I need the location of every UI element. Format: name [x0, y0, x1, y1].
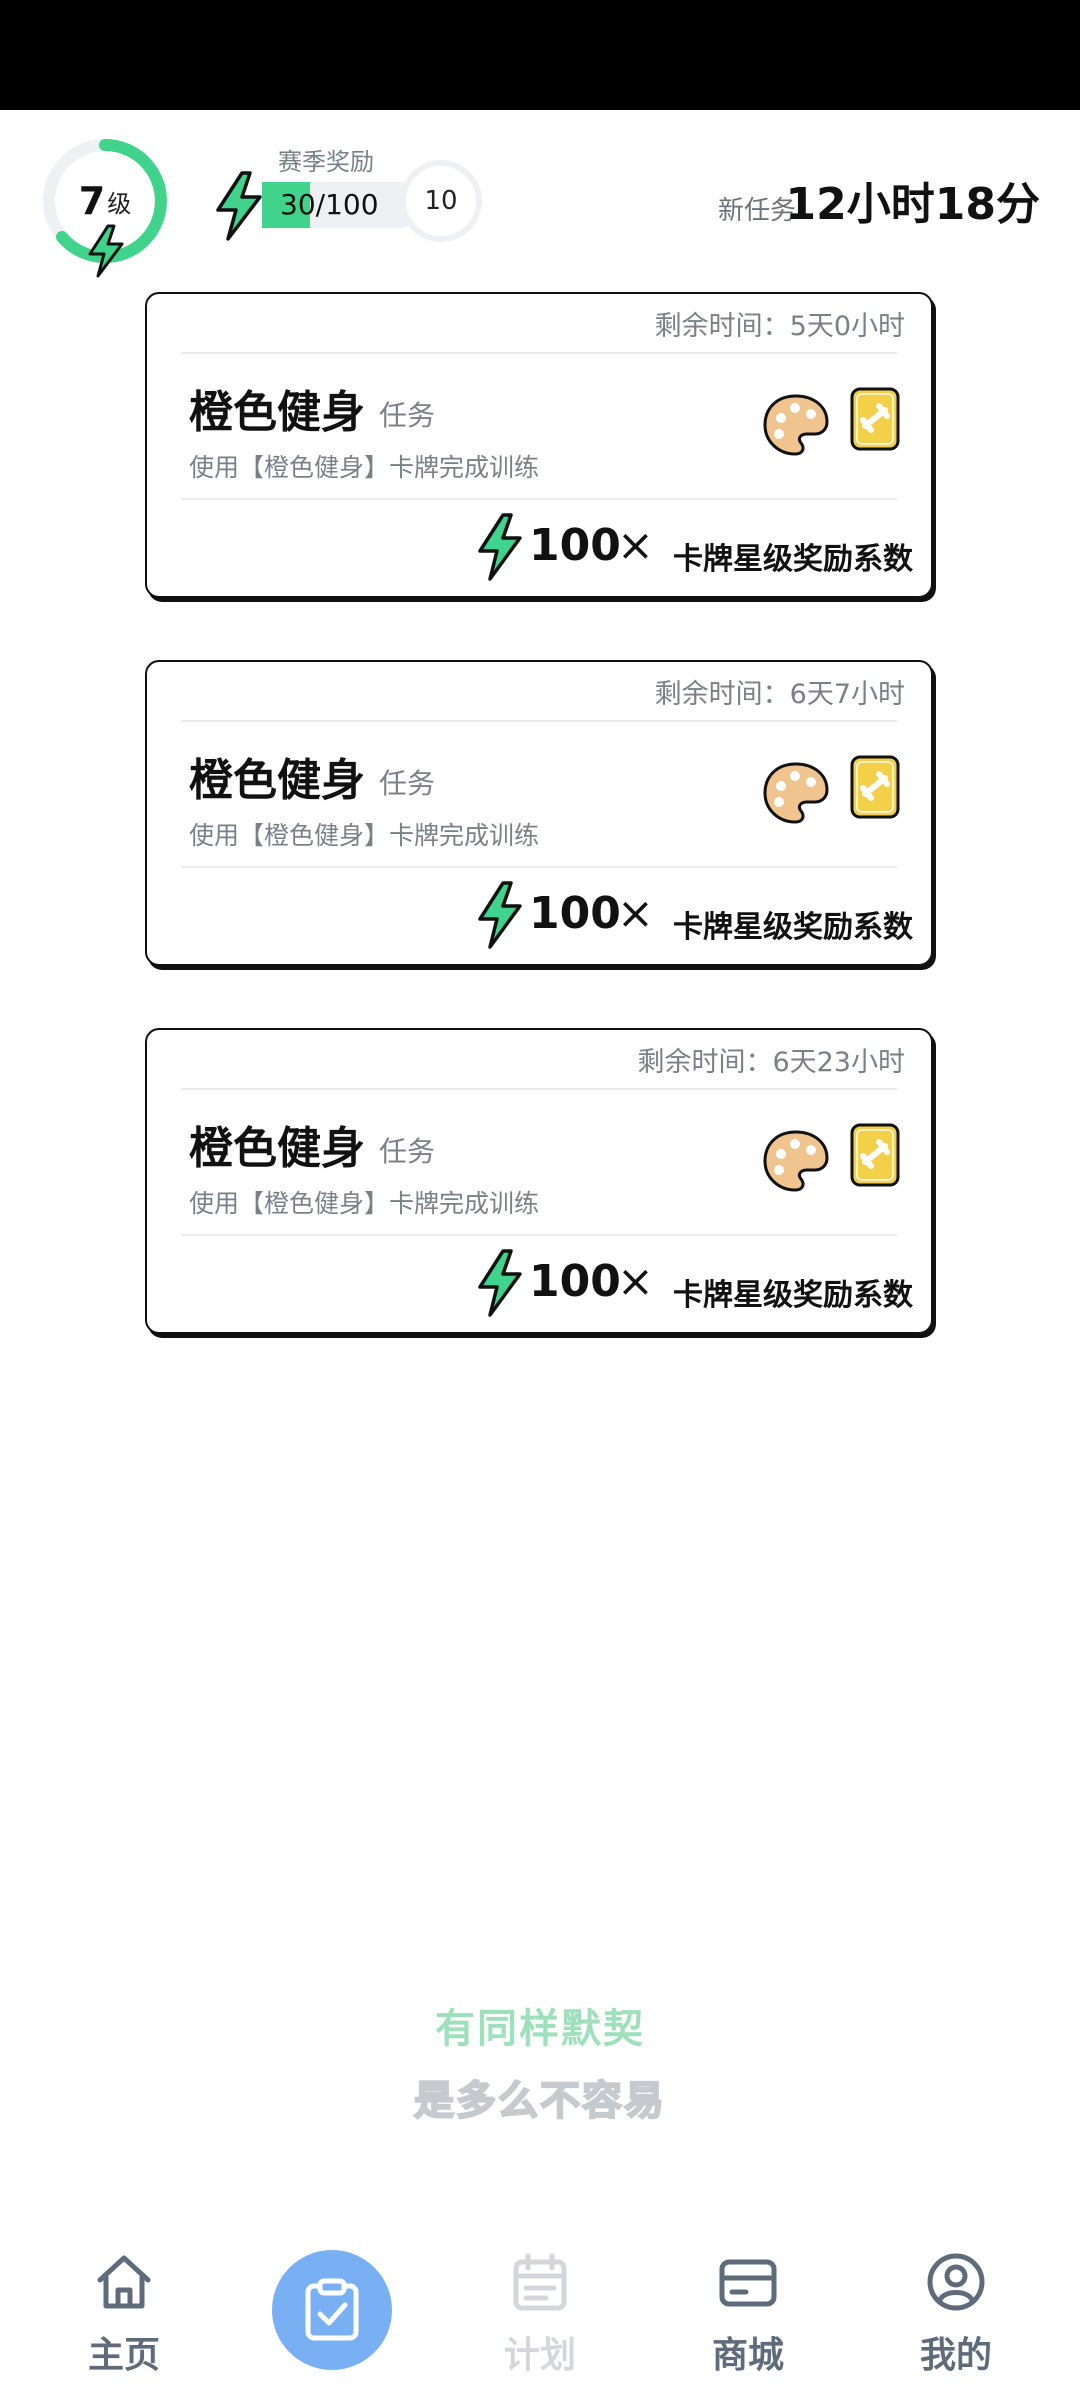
task-description: 使用【橙色健身】卡牌完成训练: [189, 821, 540, 850]
lightning-icon: [478, 881, 522, 949]
task-title: 橙色健身: [189, 387, 365, 438]
task-tag: 任务: [379, 399, 436, 432]
divider: [181, 352, 897, 354]
divider: [181, 866, 897, 868]
home-icon: [97, 2255, 151, 2309]
task-card[interactable]: 剩余时间：5天0小时 橙色健身 任务 使用【橙色健身】卡牌完成训练 100 × …: [145, 292, 933, 598]
palette-icon: [763, 394, 829, 456]
task-card[interactable]: 剩余时间：6天23小时 橙色健身 任务 使用【橙色健身】卡牌完成训练 100 ×…: [145, 1028, 933, 1334]
divider: [181, 498, 897, 500]
reward-multiplier-label: 卡牌星级奖励系数: [673, 1278, 913, 1313]
clipboard-check-icon: [305, 2278, 359, 2341]
level-unit: 级: [107, 189, 132, 218]
palette-icon: [763, 1130, 829, 1192]
reward-multiplier-label: 卡牌星级奖励系数: [673, 542, 913, 577]
reward-amount: 100: [529, 1256, 621, 1307]
task-remaining-time: 剩余时间：6天23小时: [637, 1047, 905, 1078]
multiply-sign: ×: [617, 520, 654, 571]
slogan-line-1: 有同样默契: [435, 2006, 645, 2052]
season-reward-title: 赛季奖励: [278, 148, 374, 176]
nav-item-home[interactable]: 主页: [54, 2250, 194, 2380]
task-card[interactable]: 剩余时间：6天7小时 橙色健身 任务 使用【橙色健身】卡牌完成训练 100 × …: [145, 660, 933, 966]
task-description: 使用【橙色健身】卡牌完成训练: [189, 453, 540, 482]
user-icon: [927, 2253, 985, 2311]
level-number: 7: [78, 179, 106, 223]
task-tag: 任务: [379, 767, 436, 800]
task-tag: 任务: [379, 1135, 436, 1168]
nav-label-plan: 计划: [503, 2335, 576, 2376]
bottom-nav: 主页 计划 商城 我的: [0, 2220, 1080, 2400]
card-icon: [719, 2259, 777, 2307]
fitness-card-icon: [850, 1123, 900, 1187]
calendar-icon: [513, 2253, 567, 2311]
nav-item-tasks[interactable]: [272, 2250, 392, 2370]
season-header: 7 级 赛季奖励 30/100 10 新任务 12小时18分: [0, 110, 1080, 290]
slogan-line-2: 是多么不容易: [413, 2077, 666, 2125]
new-task-label: 新任务: [717, 196, 796, 226]
task-remaining-time: 剩余时间：5天0小时: [654, 311, 905, 342]
nav-item-plan[interactable]: 计划: [470, 2250, 610, 2380]
fitness-card-icon: [850, 755, 900, 819]
divider: [181, 720, 897, 722]
nav-label-home: 主页: [87, 2335, 160, 2376]
season-reward-badge[interactable]: 10: [400, 160, 482, 242]
reward-multiplier-label: 卡牌星级奖励系数: [673, 910, 913, 945]
multiply-sign: ×: [617, 888, 654, 939]
lightning-icon: [478, 513, 522, 581]
fitness-card-icon: [850, 387, 900, 451]
divider: [181, 1088, 897, 1090]
reward-amount: 100: [529, 888, 621, 939]
task-title: 橙色健身: [189, 1123, 365, 1174]
nav-item-shop[interactable]: 商城: [678, 2250, 818, 2380]
task-remaining-time: 剩余时间：6天7小时: [654, 679, 905, 710]
task-title: 橙色健身: [189, 755, 365, 806]
reward-amount: 100: [529, 520, 621, 571]
task-description: 使用【橙色健身】卡牌完成训练: [189, 1189, 540, 1218]
divider: [181, 1234, 897, 1236]
lightning-icon: [216, 171, 262, 241]
nav-item-profile[interactable]: 我的: [886, 2250, 1026, 2380]
nav-label-shop: 商城: [711, 2335, 784, 2376]
new-task-countdown: 12小时18分: [785, 179, 1040, 230]
palette-icon: [763, 762, 829, 824]
season-progress-text: 30/100: [280, 188, 379, 221]
nav-label-profile: 我的: [919, 2335, 992, 2376]
lightning-icon: [88, 224, 124, 278]
lightning-icon: [478, 1249, 522, 1317]
status-bar: [0, 0, 1080, 110]
multiply-sign: ×: [617, 1256, 654, 1307]
